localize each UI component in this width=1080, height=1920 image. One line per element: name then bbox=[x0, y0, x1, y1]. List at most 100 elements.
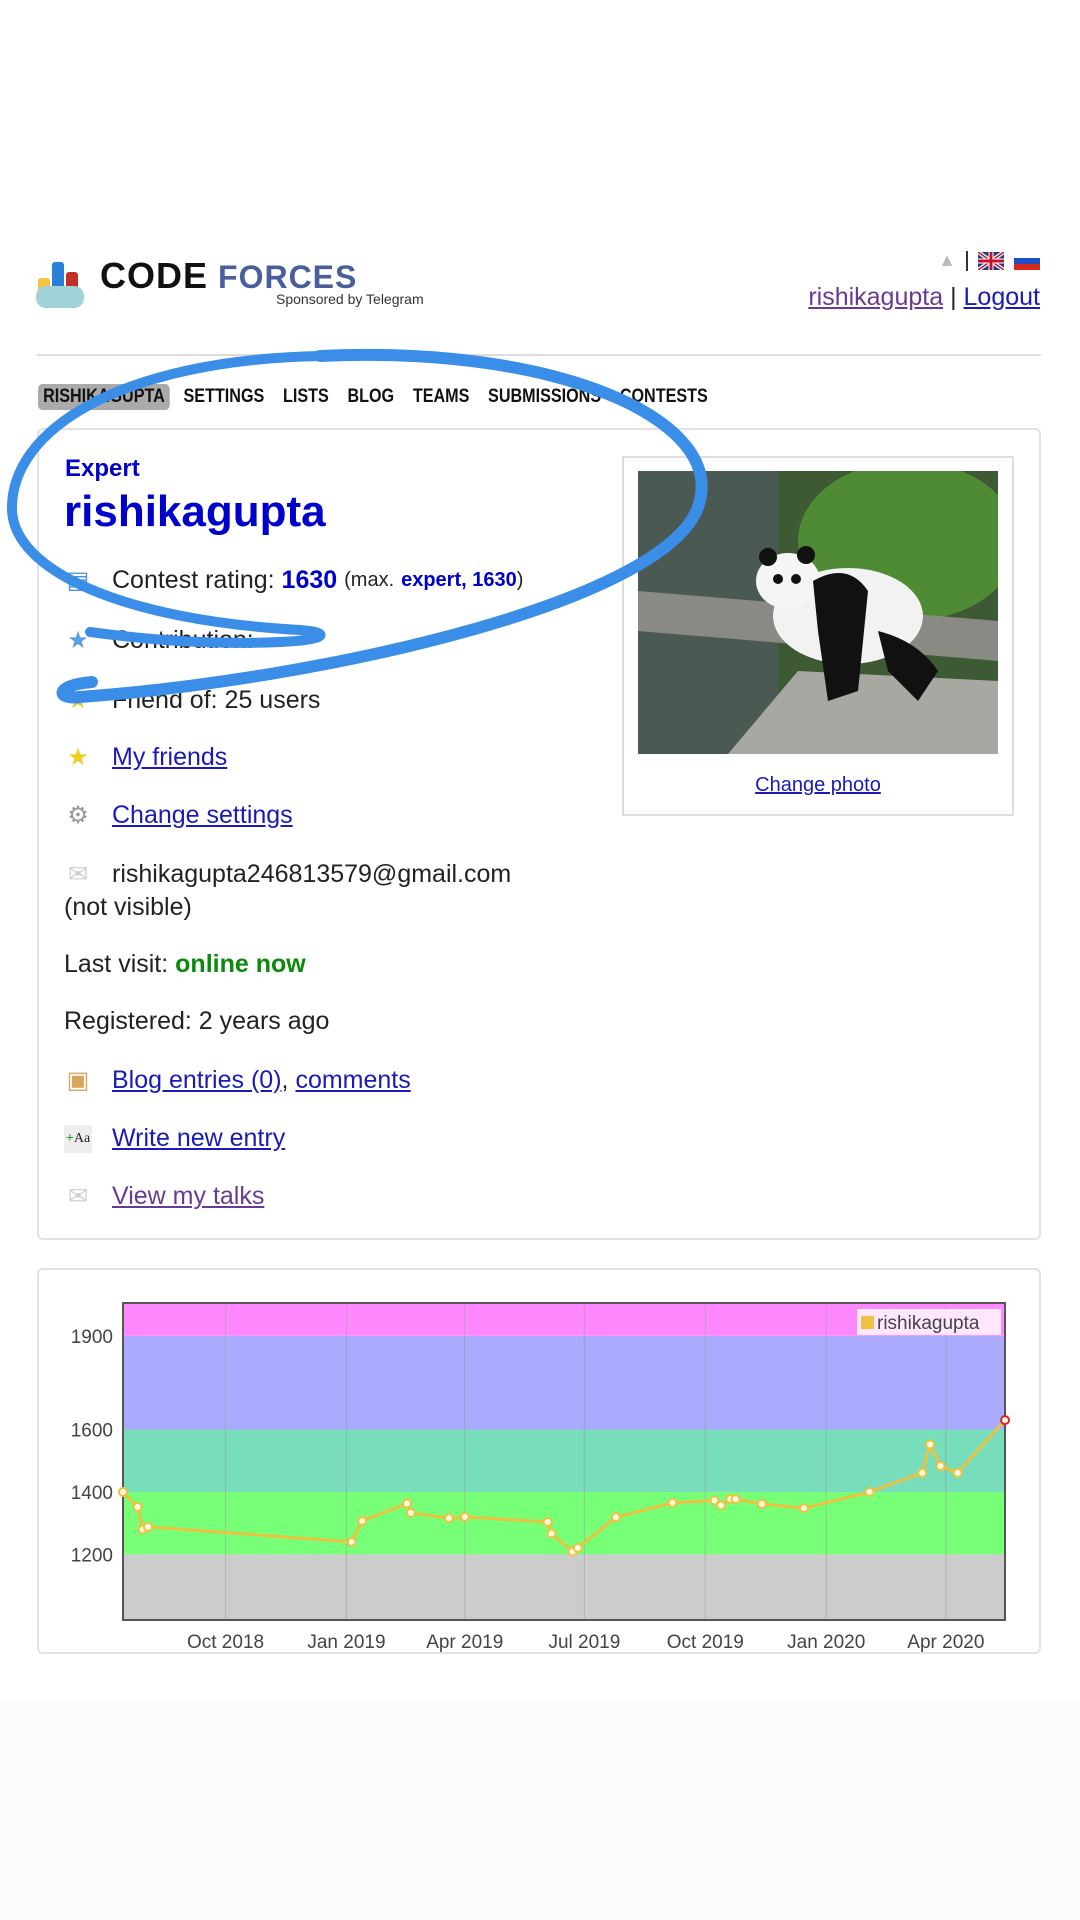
friend-icon: ★ bbox=[67, 687, 89, 714]
rating-point[interactable] bbox=[546, 1528, 557, 1539]
rating-point[interactable] bbox=[935, 1461, 946, 1472]
max-rating: expert, 1630 bbox=[401, 569, 517, 591]
my-friends-link[interactable]: My friends bbox=[112, 743, 227, 772]
talks-icon: ✉ bbox=[67, 1183, 89, 1210]
user-links: rishikagupta | Logout bbox=[808, 283, 1040, 312]
user-avatar[interactable] bbox=[638, 471, 998, 754]
view-talks-link[interactable]: View my talks bbox=[112, 1182, 264, 1211]
comments-link[interactable]: comments bbox=[295, 1066, 410, 1095]
comma: , bbox=[281, 1066, 289, 1094]
logo-code-text: CODE bbox=[100, 255, 209, 296]
x-tick-label: Apr 2019 bbox=[426, 1632, 503, 1653]
blank-top-area bbox=[0, 0, 1080, 235]
rating-point[interactable] bbox=[917, 1467, 928, 1478]
max-suffix: ) bbox=[516, 569, 524, 591]
separator: | bbox=[950, 283, 957, 311]
blank-bottom-area bbox=[0, 1700, 1080, 1920]
codeforces-logo[interactable]: CODE FORCES Sponsored by Telegram bbox=[36, 258, 424, 308]
star-icon: ★ bbox=[67, 744, 89, 771]
email-row: ✉ rishikagupta246813579@gmail.com bbox=[64, 860, 511, 889]
rating-point[interactable] bbox=[142, 1521, 153, 1532]
tab-submissions[interactable]: SUBMISSIONS bbox=[483, 384, 606, 410]
rating-point[interactable] bbox=[730, 1494, 741, 1505]
rating-band bbox=[123, 1335, 1005, 1430]
x-tick-label: Jan 2020 bbox=[787, 1632, 865, 1653]
blog-entries-link[interactable]: Blog entries (0) bbox=[112, 1066, 282, 1095]
x-tick-label: Oct 2019 bbox=[667, 1632, 744, 1653]
russia-flag-icon[interactable] bbox=[1014, 251, 1040, 270]
change-settings-link[interactable]: Change settings bbox=[112, 801, 293, 830]
friend-of-text: Friend of: 25 users bbox=[112, 686, 321, 714]
star-blue-icon: ★ bbox=[67, 627, 89, 654]
blog-row: ▣ Blog entries (0), comments bbox=[64, 1066, 411, 1095]
rating-point[interactable] bbox=[952, 1467, 963, 1478]
x-tick-label: Jul 2019 bbox=[548, 1632, 620, 1653]
rating-icon: ▤ bbox=[66, 567, 90, 594]
rating-point[interactable] bbox=[572, 1542, 583, 1553]
write-entry-link[interactable]: Write new entry bbox=[112, 1124, 285, 1153]
rating-band bbox=[123, 1554, 1005, 1620]
change-settings-row: ⚙ Change settings bbox=[64, 801, 293, 830]
rating-point[interactable] bbox=[443, 1513, 454, 1524]
last-visit-label: Last visit: bbox=[64, 950, 169, 978]
user-rank: Expert bbox=[65, 455, 140, 482]
max-prefix: (max. bbox=[344, 569, 395, 591]
tab-blog[interactable]: BLOG bbox=[342, 384, 399, 410]
rating-point[interactable] bbox=[346, 1536, 357, 1547]
envelope-icon: ✉ bbox=[67, 861, 89, 888]
tab-contests[interactable]: CONTESTS bbox=[615, 384, 713, 410]
write-entry-row: + Aa Write new entry bbox=[64, 1124, 285, 1153]
rating-point[interactable] bbox=[667, 1497, 678, 1508]
profile-nav: RISHIKAGUPTA SETTINGS LISTS BLOG TEAMS S… bbox=[38, 384, 713, 410]
logout-link[interactable]: Logout bbox=[964, 283, 1040, 311]
sponsor-text: Sponsored by Telegram bbox=[276, 291, 424, 307]
change-photo-link[interactable]: Change photo bbox=[755, 774, 881, 796]
rating-chart: Oct 2018 Jan 2019 Apr 2019 Jul 2019 Oct 2019… bbox=[71, 1302, 1010, 1653]
legend-label: rishikagupta bbox=[877, 1313, 980, 1334]
rating-point[interactable] bbox=[459, 1511, 470, 1522]
y-tick-label: 1400 bbox=[71, 1483, 113, 1504]
rating-band bbox=[123, 1429, 1005, 1492]
email-visibility: (not visible) bbox=[64, 893, 192, 921]
email-text: rishikagupta246813579@gmail.com bbox=[112, 860, 512, 888]
y-tick-label: 1200 bbox=[71, 1545, 113, 1566]
rating-point[interactable] bbox=[864, 1486, 875, 1497]
rating-point[interactable] bbox=[401, 1498, 412, 1509]
uk-flag-icon[interactable] bbox=[978, 251, 1004, 270]
rating-point[interactable] bbox=[357, 1515, 368, 1526]
header-divider bbox=[37, 354, 1041, 356]
tab-teams[interactable]: TEAMS bbox=[408, 384, 475, 410]
rating-point[interactable] bbox=[542, 1516, 553, 1527]
change-photo: Change photo bbox=[622, 774, 1014, 797]
rating-point[interactable] bbox=[756, 1498, 767, 1509]
tab-settings[interactable]: SETTINGS bbox=[178, 384, 269, 410]
x-tick-label: Apr 2020 bbox=[907, 1632, 984, 1653]
rating-point[interactable] bbox=[798, 1503, 809, 1514]
user-handle: rishikagupta bbox=[64, 487, 326, 536]
legend-swatch bbox=[861, 1316, 874, 1329]
rating-point[interactable] bbox=[132, 1501, 143, 1512]
write-entry-icon: + Aa bbox=[64, 1124, 92, 1153]
contribution-row: ★ Contribution: bbox=[64, 626, 254, 655]
y-tick-label: 1900 bbox=[71, 1327, 113, 1348]
contribution-label: Contribution: bbox=[112, 626, 254, 654]
bell-icon[interactable]: ▲ bbox=[938, 250, 956, 271]
rating-point[interactable] bbox=[118, 1486, 128, 1497]
rating-point[interactable] bbox=[610, 1512, 621, 1523]
y-tick-label: 1600 bbox=[71, 1420, 113, 1441]
last-visit-value: online now bbox=[175, 950, 306, 978]
registered-text: Registered: 2 years ago bbox=[64, 1007, 330, 1035]
divider bbox=[966, 250, 968, 271]
tab-lists[interactable]: LISTS bbox=[278, 384, 334, 410]
my-friends-row: ★ My friends bbox=[64, 743, 227, 772]
rating-point[interactable] bbox=[925, 1439, 936, 1450]
rating-point[interactable] bbox=[1000, 1415, 1010, 1426]
talks-row: ✉ View my talks bbox=[64, 1182, 264, 1211]
rating-point[interactable] bbox=[716, 1500, 727, 1511]
x-tick-label: Jan 2019 bbox=[307, 1632, 385, 1653]
x-tick-label: Oct 2018 bbox=[187, 1632, 264, 1653]
last-visit-row: Last visit: online now bbox=[64, 950, 306, 979]
rating-point[interactable] bbox=[405, 1507, 416, 1518]
tab-profile[interactable]: RISHIKAGUPTA bbox=[38, 384, 170, 410]
profile-link[interactable]: rishikagupta bbox=[808, 283, 943, 311]
